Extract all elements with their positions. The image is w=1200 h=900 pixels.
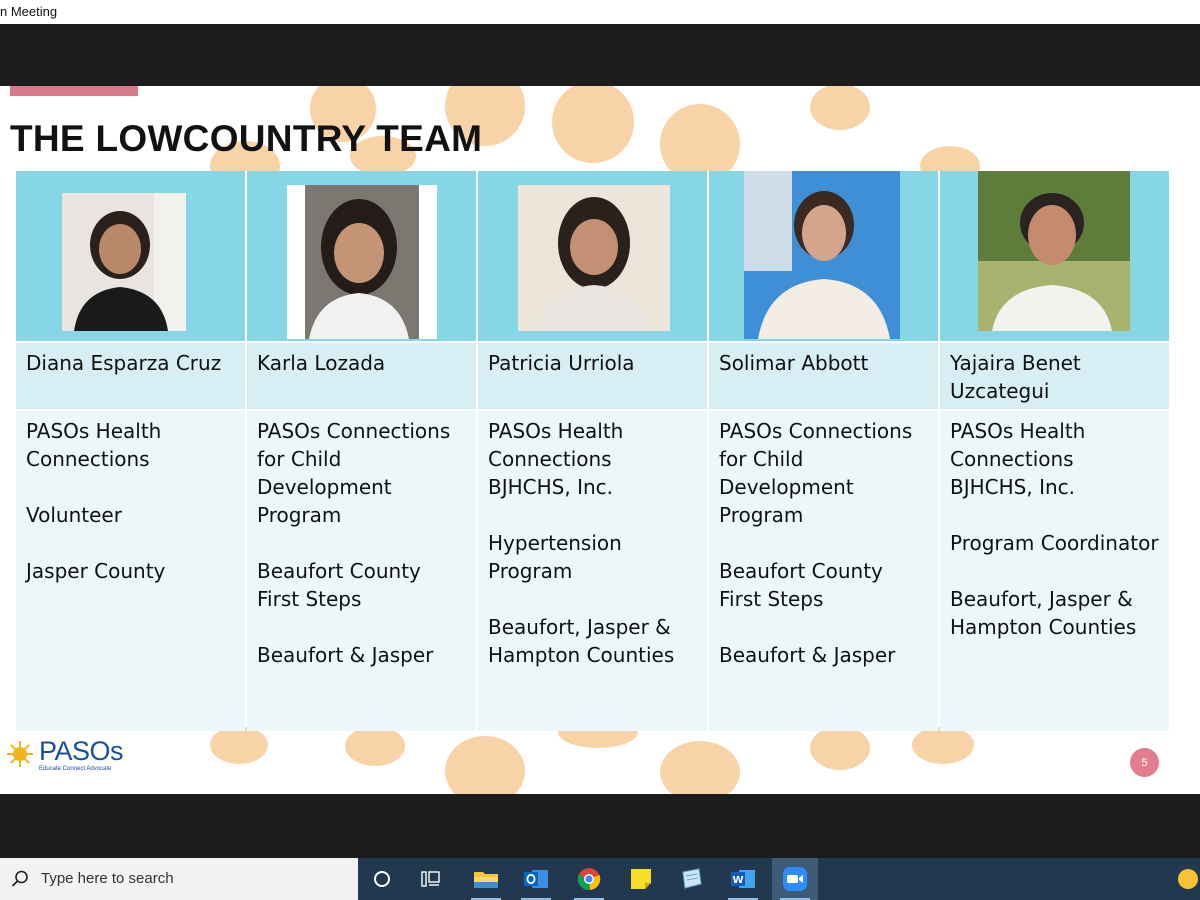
member-organization: PASOs Health Connections <box>26 419 162 471</box>
outlook-button[interactable] <box>513 858 559 900</box>
member-area: Beaufort, Jasper & Hampton Counties <box>488 615 675 667</box>
member-area: Beaufort & Jasper <box>719 643 896 667</box>
slide-page-number: 5 <box>1130 748 1159 777</box>
member-photo-cell <box>16 171 245 341</box>
word-button[interactable]: W <box>720 858 766 900</box>
file-explorer-button[interactable] <box>463 858 509 900</box>
shared-slide: THE LOWCOUNTRY TEAM Diana Esparza Cruz K… <box>0 86 1200 794</box>
search-placeholder: Type here to search <box>41 870 174 887</box>
member-role: Volunteer <box>26 503 122 527</box>
logo-wordmark: PASOs <box>39 736 124 766</box>
member-photo-cell <box>247 171 476 341</box>
member-role: Program Coordinator <box>950 531 1159 555</box>
decorative-dot <box>810 726 870 770</box>
member-area: Beaufort & Jasper <box>257 643 434 667</box>
decorative-dot <box>345 726 405 766</box>
chrome-button[interactable] <box>566 858 612 900</box>
member-area: Jasper County <box>26 559 166 583</box>
member-name: Diana Esparza Cruz <box>16 343 245 409</box>
sun-logo-icon <box>7 741 33 767</box>
outlook-icon <box>524 870 548 888</box>
member-photo-cell <box>709 171 938 341</box>
taskbar-search-box[interactable]: Type here to search <box>0 858 358 900</box>
member-organization: PASOs Connections for Child Development … <box>719 419 913 527</box>
decorative-dot <box>912 726 974 764</box>
window-title: n Meeting <box>0 4 58 19</box>
decorative-dot <box>210 726 268 764</box>
cortana-button[interactable] <box>359 858 405 900</box>
sticky-notes-button[interactable] <box>618 858 664 900</box>
team-table: Diana Esparza Cruz Karla Lozada Patricia… <box>16 171 1169 731</box>
member-role: Beaufort County First Steps <box>257 559 421 611</box>
decorative-dot <box>445 736 525 794</box>
chrome-icon <box>577 868 601 891</box>
member-role: Hypertension Program <box>488 531 622 583</box>
notes-app-icon <box>682 868 702 889</box>
member-info: PASOs Connections for Child Development … <box>709 411 938 731</box>
logo-tagline: Educate Connect Advocate <box>39 766 112 772</box>
window-titlebar: n Meeting <box>0 0 1200 24</box>
member-name: Patricia Urriola <box>478 343 707 409</box>
member-info: PASOs Health Connections Volunteer Jaspe… <box>16 411 245 731</box>
zoom-icon <box>783 867 807 891</box>
search-icon <box>11 870 28 887</box>
svg-text:W: W <box>732 875 743 886</box>
file-explorer-icon <box>474 872 498 888</box>
member-photo <box>744 171 900 339</box>
slide-accent-bar <box>10 86 138 96</box>
member-area: Beaufort, Jasper & Hampton Counties <box>950 587 1137 639</box>
decorative-dot <box>660 741 740 794</box>
task-view-button[interactable] <box>409 858 455 900</box>
member-organization: PASOs Health Connections BJHCHS, Inc. <box>950 419 1086 499</box>
task-view-icon <box>421 871 440 887</box>
member-photo <box>62 193 186 331</box>
member-info: PASOs Health Connections BJHCHS, Inc. Pr… <box>940 411 1169 731</box>
word-icon: W <box>731 870 755 888</box>
member-photo-cell <box>478 171 707 341</box>
decorative-dot <box>552 86 634 163</box>
member-name: Karla Lozada <box>247 343 476 409</box>
member-photo <box>978 171 1130 331</box>
member-photo <box>287 185 437 339</box>
pasos-logo: PASOs Educate Connect Advocate <box>6 736 126 776</box>
member-organization: PASOs Health Connections BJHCHS, Inc. <box>488 419 624 499</box>
cortana-icon <box>374 871 390 887</box>
member-role: Beaufort County First Steps <box>719 559 883 611</box>
zoom-button[interactable] <box>772 858 818 900</box>
member-name: Solimar Abbott <box>709 343 938 409</box>
meeting-top-band <box>0 24 1200 86</box>
slide-title: THE LOWCOUNTRY TEAM <box>10 118 483 159</box>
meeting-bottom-band <box>0 794 1200 858</box>
member-info: PASOs Health Connections BJHCHS, Inc. Hy… <box>478 411 707 731</box>
system-tray-icon[interactable] <box>1178 869 1198 889</box>
member-organization: PASOs Connections for Child Development … <box>257 419 451 527</box>
member-name: Yajaira Benet Uzcategui <box>940 343 1169 409</box>
decorative-dot <box>810 86 870 130</box>
windows-taskbar: Type here to search W <box>0 858 1200 900</box>
member-photo <box>518 185 670 331</box>
sticky-notes-icon <box>631 869 651 889</box>
member-info: PASOs Connections for Child Development … <box>247 411 476 731</box>
member-photo-cell <box>940 171 1169 341</box>
notes-app-button[interactable] <box>668 858 714 900</box>
